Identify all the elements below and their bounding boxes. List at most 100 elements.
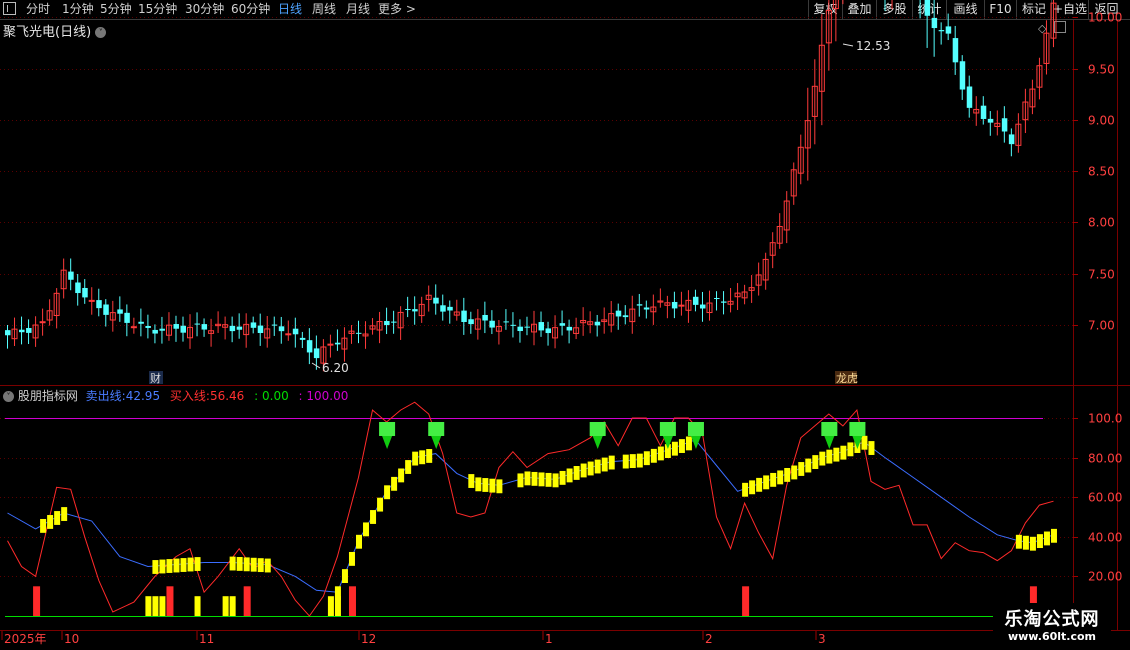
candle-body xyxy=(769,242,776,256)
candle-body xyxy=(208,330,215,334)
toolbar-button[interactable]: 画线 xyxy=(946,0,984,19)
trend-bar xyxy=(363,522,370,537)
price-tick-label: 8.50 xyxy=(1088,165,1115,179)
period-tab[interactable]: 月线 xyxy=(346,1,370,18)
sell-line xyxy=(7,439,1054,593)
price-tick-label: 9.50 xyxy=(1088,63,1115,77)
toolbar-button[interactable]: 统计 xyxy=(912,0,946,19)
stock-title: 聚飞光电(日线) xyxy=(3,25,92,40)
candle-body xyxy=(741,291,748,299)
period-tab[interactable]: 分时 xyxy=(26,1,50,18)
candle-body xyxy=(762,258,769,281)
candle-body xyxy=(531,323,537,333)
price-min-label: 6.20 xyxy=(322,361,349,375)
period-tab[interactable]: 30分钟 xyxy=(185,1,224,18)
trend-bar xyxy=(840,445,847,460)
candle-body xyxy=(748,287,755,291)
trend-bar xyxy=(243,557,250,572)
site-logo: 乐淘公式网 www.60lt.com xyxy=(993,603,1111,648)
candle-body xyxy=(53,292,60,317)
trend-bar xyxy=(482,478,489,492)
toolbar-button[interactable]: 多股 xyxy=(876,0,912,19)
candle-body xyxy=(32,324,39,339)
candle-body xyxy=(412,309,418,312)
candle-body xyxy=(987,118,994,123)
period-tab[interactable]: 15分钟 xyxy=(138,1,177,18)
period-tab[interactable]: 5分钟 xyxy=(100,1,132,18)
min-price-pointer xyxy=(311,362,321,369)
trend-bar xyxy=(847,442,854,457)
toolbar-button[interactable]: 叠加 xyxy=(842,0,876,19)
date-tick-label: 1 xyxy=(545,632,553,646)
candle-body xyxy=(783,200,790,231)
candle-body xyxy=(376,321,383,331)
candle-body xyxy=(510,324,516,326)
trend-bar xyxy=(531,471,538,486)
indicator-name: 股朋指标网 xyxy=(17,389,78,403)
candle-body xyxy=(622,315,629,318)
trend-bar xyxy=(1036,534,1043,549)
candle-body xyxy=(453,311,460,316)
candle-body xyxy=(257,325,264,333)
candle-body xyxy=(706,302,713,314)
candle-body xyxy=(594,321,601,326)
signal-bar xyxy=(33,586,41,616)
period-tab[interactable]: 更多 > xyxy=(378,1,416,18)
candle-body xyxy=(629,308,636,323)
candle-body xyxy=(559,323,566,326)
candle-body xyxy=(503,321,509,323)
toolbar-button[interactable]: 返回 xyxy=(1088,0,1124,19)
signal-bar xyxy=(348,586,356,616)
toolbar-button[interactable]: 复权 xyxy=(808,0,842,19)
diamond-icon[interactable]: ◇ xyxy=(1038,22,1046,35)
candle-body xyxy=(650,306,657,313)
trend-bar xyxy=(791,465,798,480)
candle-body xyxy=(495,326,502,332)
window-icon[interactable] xyxy=(1054,21,1066,33)
buy-arrow-body xyxy=(589,422,606,436)
candle-body xyxy=(82,287,88,298)
max-price-pointer xyxy=(842,43,854,47)
price-tick-label: 8.00 xyxy=(1088,216,1115,230)
chevron-down-icon[interactable]: ˅ xyxy=(3,391,14,402)
candle-body xyxy=(264,328,271,339)
candle-body xyxy=(278,326,285,332)
trend-bar xyxy=(194,557,201,571)
toolbar-button[interactable]: +自选 xyxy=(1051,0,1088,19)
period-tab[interactable]: 周线 xyxy=(312,1,336,18)
candle-body xyxy=(580,319,587,324)
event-badge-finance[interactable] xyxy=(149,371,163,384)
candle-body xyxy=(447,306,453,311)
toolbar-button[interactable]: 标记 xyxy=(1016,0,1051,19)
period-tab[interactable]: 60分钟 xyxy=(231,1,270,18)
candle-body xyxy=(75,282,81,294)
period-tab[interactable]: 日线 xyxy=(278,1,302,18)
price-tick-label: 9.00 xyxy=(1088,114,1115,128)
trend-bar xyxy=(545,472,552,487)
trend-bar xyxy=(1022,535,1029,550)
candle-body xyxy=(405,309,411,311)
buy-arrow-body xyxy=(428,422,445,436)
buy-arrow-icon xyxy=(382,436,393,449)
date-tick-label: 3 xyxy=(818,632,826,646)
period-tab[interactable]: 1分钟 xyxy=(62,1,94,18)
trend-bar xyxy=(40,518,47,533)
candle-body xyxy=(1043,32,1050,64)
date-tick-label: 10 xyxy=(64,632,79,646)
event-label-dragon: 龙虎 xyxy=(836,372,858,385)
date-tick-label: 11 xyxy=(199,632,214,646)
event-badge-dragon[interactable] xyxy=(835,371,857,384)
chevron-down-icon[interactable]: ˅ xyxy=(95,27,107,38)
trend-bar xyxy=(405,460,412,474)
chart-canvas: 12.0011.5011.0010.5010.009.509.008.508.0… xyxy=(0,0,1130,646)
candle-body xyxy=(68,271,74,280)
trend-bar xyxy=(236,556,243,571)
toolbar-button[interactable]: F10 xyxy=(984,0,1016,19)
candle-body xyxy=(356,332,362,334)
trend-bar xyxy=(496,479,503,494)
candle-body xyxy=(959,61,966,90)
candle-body xyxy=(1029,88,1036,108)
buy-arrow-body xyxy=(687,422,704,436)
trend-bar xyxy=(777,470,784,485)
menu-icon[interactable] xyxy=(3,2,16,15)
